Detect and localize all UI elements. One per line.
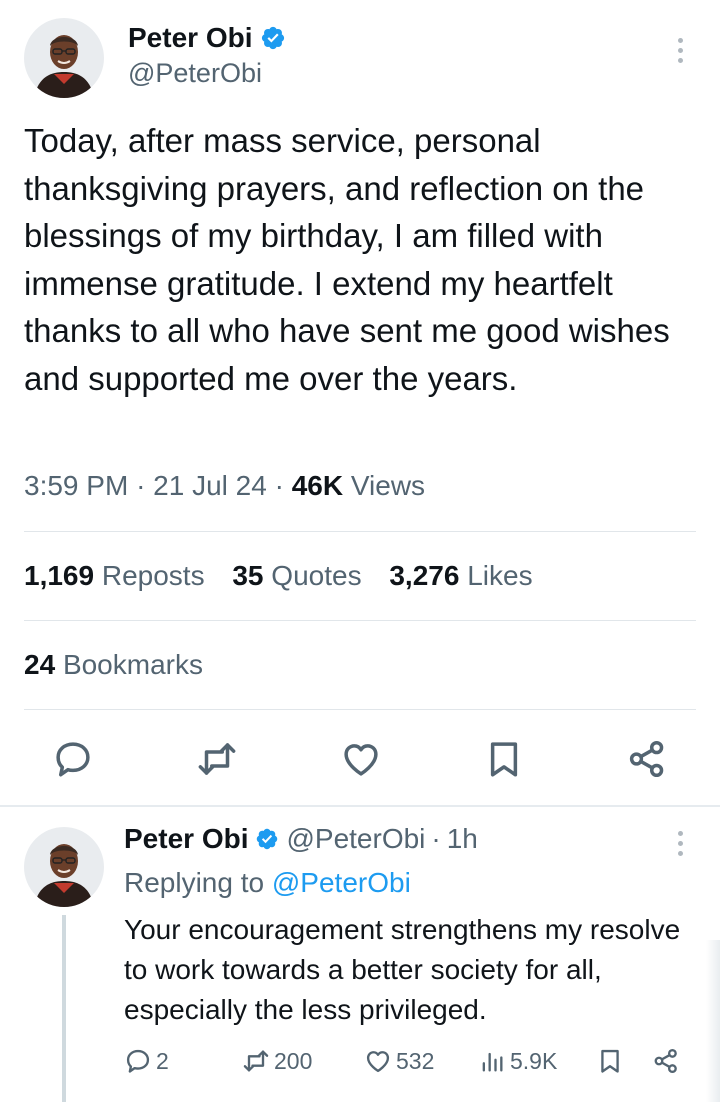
author-display-name[interactable]: Peter Obi: [128, 22, 252, 54]
tweet-text: Today, after mass service, personal than…: [24, 122, 670, 397]
reply-icon[interactable]: [52, 738, 94, 780]
heart-icon[interactable]: [340, 738, 382, 780]
share-icon[interactable]: [626, 738, 668, 780]
header-separator: ·: [431, 823, 441, 854]
share-button[interactable]: [652, 1047, 684, 1075]
tweet-date[interactable]: 21 Jul 24: [153, 470, 267, 501]
bookmarks-stat[interactable]: 24 Bookmarks: [24, 649, 203, 681]
retweet-icon[interactable]: [196, 738, 238, 780]
reply-author-name[interactable]: Peter Obi: [124, 823, 248, 855]
replying-mention[interactable]: @PeterObi: [272, 867, 411, 898]
reply-count: 2: [156, 1047, 169, 1074]
retweet-count: 200: [274, 1047, 313, 1074]
engagement-stats: 1,169 Reposts 35 Quotes 3,276 Likes: [24, 560, 553, 592]
verified-badge-icon: [257, 828, 278, 850]
reply-button[interactable]: 2: [124, 1047, 169, 1075]
heart-icon: [366, 1051, 390, 1073]
reply-text: Your encouragement strengthens my resolv…: [124, 914, 681, 1025]
divider: [24, 709, 696, 710]
reposts-count: 1,169: [24, 560, 95, 591]
divider: [24, 531, 696, 532]
views-count: 46K: [291, 470, 344, 501]
more-options-icon[interactable]: [675, 831, 685, 856]
reply-icon: [126, 1049, 150, 1073]
more-options-icon[interactable]: [675, 38, 685, 63]
bookmarks-count: 24: [24, 649, 56, 680]
tweet-time[interactable]: 3:59 PM: [24, 470, 128, 501]
reply-action-bar: 2 200 532 5.9K: [0, 1047, 720, 1083]
avatar[interactable]: [24, 18, 104, 98]
likes-count: 3,276: [389, 560, 460, 591]
meta-separator: ·: [274, 470, 284, 501]
bookmark-icon[interactable]: [483, 738, 525, 780]
like-button[interactable]: 532: [364, 1047, 434, 1075]
replying-to: Replying to @PeterObi: [124, 867, 411, 899]
retweet-icon: [243, 1050, 269, 1072]
tweet-meta: 3:59 PM · 21 Jul 24 · 46K Views: [24, 470, 425, 502]
share-icon: [654, 1048, 677, 1074]
author-name-row: Peter Obi: [128, 22, 286, 54]
reply-author-handle[interactable]: @PeterObi: [286, 823, 425, 855]
replying-prefix: Replying to: [124, 867, 265, 898]
verified-badge-icon: [262, 26, 285, 50]
bookmark-button[interactable]: [596, 1047, 628, 1075]
likes-stat[interactable]: 3,276 Likes: [389, 560, 532, 591]
author-handle[interactable]: @PeterObi: [128, 58, 262, 89]
quotes-label: Quotes: [271, 560, 362, 591]
reply-time[interactable]: 1h: [447, 823, 478, 855]
quotes-count: 35: [232, 560, 264, 591]
divider: [24, 620, 696, 621]
views-icon: [482, 1052, 503, 1072]
reposts-stat[interactable]: 1,169 Reposts: [24, 560, 205, 591]
bookmark-icon: [601, 1049, 619, 1073]
retweet-button[interactable]: 200: [242, 1047, 312, 1075]
main-tweet: Peter Obi @PeterObi Today, after mass se…: [0, 0, 720, 806]
quotes-stat[interactable]: 35 Quotes: [232, 560, 361, 591]
meta-separator: ·: [136, 470, 146, 501]
likes-label: Likes: [467, 560, 533, 591]
avatar[interactable]: [24, 827, 104, 907]
reposts-label: Reposts: [101, 560, 205, 591]
views-count: 5.9K: [510, 1047, 558, 1074]
edge-shadow: [706, 940, 720, 1102]
views-label: Views: [350, 470, 426, 501]
reply-header: Peter Obi @PeterObi · 1h: [124, 823, 478, 855]
like-count: 532: [396, 1047, 435, 1074]
views-button[interactable]: 5.9K: [478, 1047, 557, 1075]
bookmarks-label: Bookmarks: [62, 649, 203, 680]
reply-tweet[interactable]: Peter Obi @PeterObi · 1h Replying to @Pe…: [0, 807, 720, 1102]
